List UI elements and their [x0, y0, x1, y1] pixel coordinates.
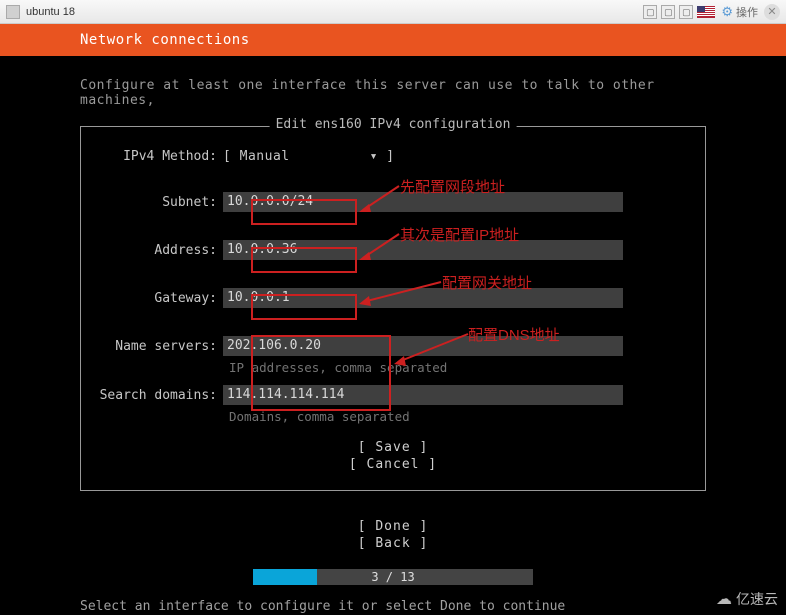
- subnet-input[interactable]: [223, 192, 623, 212]
- close-icon[interactable]: ✕: [764, 4, 780, 20]
- flag-us-icon: [697, 6, 715, 18]
- dialog-title: Edit ens160 IPv4 configuration: [270, 117, 517, 132]
- chevron-down-icon: ▾: [370, 149, 378, 164]
- search-label: Search domains:: [95, 388, 223, 403]
- progress-text: 3 / 13: [371, 570, 414, 584]
- method-label: IPv4 Method:: [95, 149, 223, 164]
- address-label: Address:: [95, 243, 223, 258]
- method-select[interactable]: [ Manual▾ ]: [223, 149, 395, 164]
- subnet-label: Subnet:: [95, 195, 223, 210]
- save-button[interactable]: [ Save ]: [95, 440, 691, 455]
- search-input[interactable]: [223, 385, 623, 405]
- nameservers-hint: IP addresses, comma separated: [229, 360, 691, 375]
- cloud-icon: ☁: [716, 589, 732, 609]
- done-button[interactable]: [ Done ]: [80, 519, 706, 534]
- address-input[interactable]: [223, 240, 623, 260]
- search-hint: Domains, comma separated: [229, 409, 691, 424]
- header-bar: Network connections: [0, 24, 786, 56]
- intro-text: Configure at least one interface this se…: [80, 56, 706, 108]
- vm-icon: [6, 5, 20, 19]
- gear-icon[interactable]: ⚙: [721, 4, 733, 20]
- back-button[interactable]: [ Back ]: [80, 536, 706, 551]
- gateway-input[interactable]: [223, 288, 623, 308]
- ctrl-box3-icon[interactable]: ▢: [679, 5, 693, 19]
- vm-title: ubuntu 18: [26, 6, 75, 18]
- ctrl-box2-icon[interactable]: ▢: [661, 5, 675, 19]
- header-title: Network connections: [80, 32, 250, 48]
- progress-bar: 3 / 13: [80, 569, 706, 585]
- installer-screen: Network connections Configure at least o…: [0, 24, 786, 615]
- gateway-label: Gateway:: [95, 291, 223, 306]
- ctrl-box-icon[interactable]: ▢: [643, 5, 657, 19]
- vm-titlebar: ubuntu 18 ▢ ▢ ▢ ⚙ 操作 ✕: [0, 0, 786, 24]
- nameservers-label: Name servers:: [95, 339, 223, 354]
- watermark: ☁ 亿速云: [716, 589, 778, 609]
- nameservers-input[interactable]: [223, 336, 623, 356]
- footer-text: Select an interface to configure it or s…: [80, 599, 706, 614]
- ipv4-dialog: Edit ens160 IPv4 configuration IPv4 Meth…: [80, 126, 706, 491]
- op-label[interactable]: 操作: [736, 4, 758, 20]
- cancel-button[interactable]: [ Cancel ]: [95, 457, 691, 472]
